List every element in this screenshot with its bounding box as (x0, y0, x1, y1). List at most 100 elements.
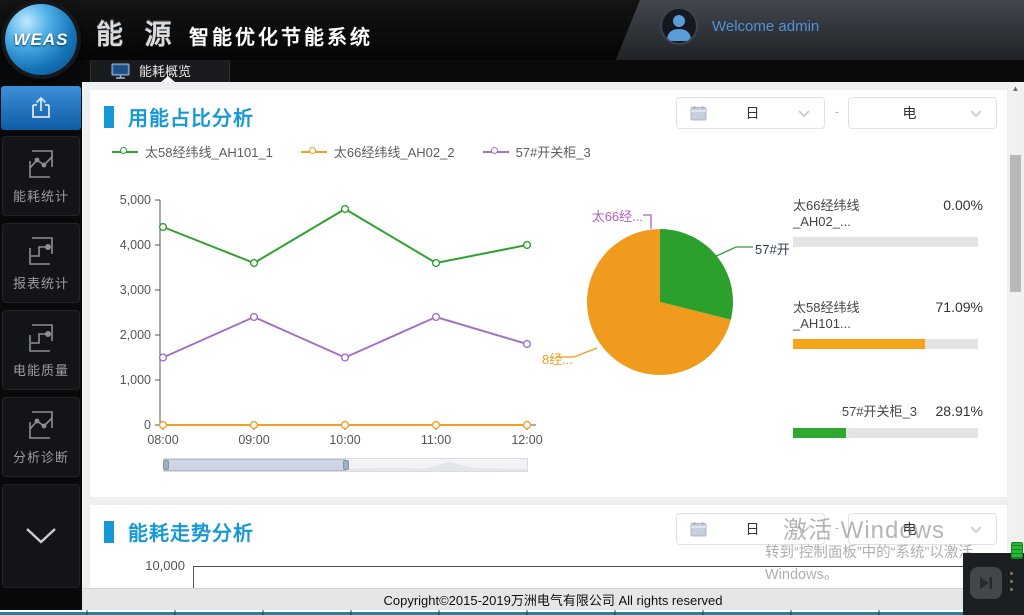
calendar-icon (690, 521, 707, 537)
sidebar-item-label: 能耗统计 (13, 186, 69, 205)
weas-logo[interactable]: WEAS (1, 0, 81, 79)
vertical-scrollbar[interactable]: ▲ (1008, 82, 1023, 588)
report-node-icon (22, 235, 60, 267)
datazoom-selected-range[interactable] (164, 459, 346, 471)
panel1-header: 用能占比分析 (104, 102, 254, 131)
bar-track (793, 339, 978, 349)
bar-item-name: 太66经纬线_AH02_... (793, 195, 917, 229)
svg-text:3,000: 3,000 (120, 283, 151, 297)
legend-label: 57#开关柜_3 (516, 142, 591, 161)
legend-marker (483, 147, 509, 156)
legend-marker (301, 147, 327, 156)
svg-text:1,000: 1,000 (120, 373, 151, 387)
app-title: 能 源 智能优化节能系统 (96, 13, 373, 52)
bar-item-percent: 28.91% (931, 403, 983, 419)
share-export-icon (26, 93, 56, 123)
chevron-down-icon (970, 110, 982, 117)
bar-list-item: 太58经纬线_AH101... 71.09% (793, 297, 983, 349)
tab-bar: 能耗概览 (82, 60, 1024, 82)
svg-text:11:00: 11:00 (421, 433, 451, 447)
panel1-type-dropdown[interactable]: 电 (848, 97, 997, 129)
user-menu[interactable]: Welcome admin (660, 4, 819, 48)
title-bullet (104, 106, 114, 128)
bar-item-name: 太58经纬线_AH101... (793, 297, 917, 331)
line-chart-icon (22, 409, 60, 441)
overlay-menu-dots[interactable] (1010, 572, 1014, 596)
pie-callout-label: 57#开 (755, 239, 790, 258)
floating-tool-overlay (963, 553, 1024, 615)
legend-item-series3[interactable]: 57#开关柜_3 (483, 142, 591, 161)
line-chart: 0 1,000 2,000 3,000 4,000 5,000 08:00 09:00 10:0… (100, 185, 560, 455)
datazoom-handle-right[interactable] (343, 460, 349, 470)
dropdown-separator: - (829, 103, 845, 119)
svg-text:09:00: 09:00 (238, 433, 269, 447)
legend-marker (112, 147, 138, 156)
panel1-period-dropdown[interactable]: 日 (676, 97, 825, 129)
pie-callout-label: 8经... (542, 349, 573, 368)
panel2-header: 能耗走势分析 (104, 517, 254, 546)
play-next-button[interactable] (970, 567, 1002, 599)
weas-logo-text: WEAS (14, 30, 69, 50)
active-tab-notch (161, 76, 175, 82)
trend-axis-tick (193, 566, 194, 588)
bar-fill (793, 428, 846, 438)
svg-text:10:00: 10:00 (329, 433, 360, 447)
sidebar-item-label: 电能质量 (13, 360, 69, 379)
panel-energy-trend: 能耗走势分析 日 - 电 10,0 (90, 505, 1007, 588)
footer: Copyright©2015-2019万洲电气有限公司 All rights r… (82, 588, 1024, 610)
panel2-period-dropdown[interactable]: 日 (676, 513, 825, 545)
play-next-icon (977, 574, 995, 592)
app-title-main: 能 源 (96, 20, 179, 50)
welcome-text: Welcome admin (712, 18, 819, 35)
scrollbar-thumb[interactable] (1010, 155, 1021, 292)
pie-chart-area: 太66经... 57#开 8经... (540, 185, 790, 430)
bar-fill (793, 339, 925, 349)
svg-text:2,000: 2,000 (120, 328, 151, 342)
tab-energy-overview[interactable]: 能耗概览 (90, 58, 230, 82)
monitor-icon (111, 63, 130, 79)
svg-text:0: 0 (144, 418, 151, 432)
panel2-type-value: 电 (849, 519, 970, 539)
capture-tool-badge[interactable] (1011, 542, 1023, 559)
sidebar-item-energy-statistics[interactable]: 能耗统计 (2, 136, 80, 216)
chart-legend: 太58经纬线_AH101_1 太66经纬线_AH02_2 57#开关柜_3 (112, 142, 619, 161)
percentage-bar-list: 太66经纬线_AH02_... 0.00% 太58经纬线_AH101... 71… (793, 185, 983, 450)
svg-text:5,000: 5,000 (120, 193, 151, 207)
pie-callout-label: 太66经... (592, 206, 643, 225)
sidebar-item-power-quality[interactable]: 电能质量 (2, 310, 80, 390)
panel2-type-dropdown[interactable]: 电 (848, 513, 997, 545)
report-node-icon (22, 322, 60, 354)
user-avatar[interactable] (660, 7, 698, 45)
bar-track (793, 428, 978, 438)
panel-usage-proportion: 用能占比分析 日 - 电 (90, 90, 1007, 497)
chevron-down-icon (970, 526, 982, 533)
bar-item-percent: 71.09% (931, 299, 983, 315)
panel1-title: 用能占比分析 (128, 102, 254, 131)
app-title-sub: 智能优化节能系统 (189, 27, 373, 49)
sidebar-item-analysis-diagnosis[interactable]: 分析诊断 (2, 397, 80, 477)
panel2-title: 能耗走势分析 (128, 517, 254, 546)
bar-list-item: 太66经纬线_AH02_... 0.00% (793, 195, 983, 247)
panel1-type-value: 电 (849, 103, 970, 123)
chevron-down-icon (798, 526, 810, 533)
trend-axis-line (193, 566, 1007, 567)
bar-item-name: 57#开关柜_3 (842, 401, 917, 420)
legend-item-series1[interactable]: 太58经纬线_AH101_1 (112, 142, 273, 161)
legend-item-series2[interactable]: 太66经纬线_AH02_2 (301, 142, 455, 161)
copyright-text: Copyright©2015-2019万洲电气有限公司 All rights r… (383, 590, 722, 609)
sidebar-item-report-statistics[interactable]: 报表统计 (2, 223, 80, 303)
chevron-down-icon (798, 110, 810, 117)
panel1-period-value: 日 (707, 103, 798, 123)
datazoom-handle-left[interactable] (163, 460, 169, 470)
app-window: 能 源 智能优化节能系统 Welcome admin WEAS 能耗 (0, 0, 1024, 615)
dropdown-separator: - (829, 519, 845, 535)
sidebar-item-overview-active[interactable] (1, 86, 81, 130)
sidebar-item-label: 分析诊断 (13, 447, 69, 466)
sidebar: 能耗统计 报表统计 电能质量 分析 (0, 60, 82, 610)
svg-text:08:00: 08:00 (147, 433, 178, 447)
sidebar-more-button[interactable] (2, 484, 80, 588)
svg-text:4,000: 4,000 (120, 238, 151, 252)
datazoom-slider[interactable] (163, 458, 528, 472)
scrollbar-up-arrow[interactable]: ▲ (1010, 84, 1021, 94)
legend-label: 太66经纬线_AH02_2 (334, 142, 455, 161)
